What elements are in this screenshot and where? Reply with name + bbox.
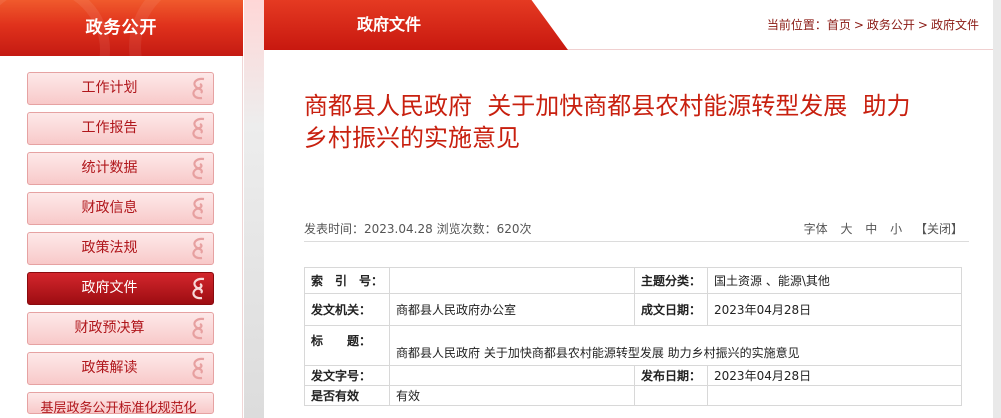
meta-row: 发表时间：2023.04.28 浏览次数：620次 字体 大 中 小 【关闭】 [304,212,969,242]
issuer-label: 发文机关： [303,293,391,326]
sidebar-header: 政务公开 [0,0,243,56]
created-date-label: 成文日期： [634,293,709,326]
empty-cell [707,385,962,406]
table-row: 发文字号： 发布日期： 2023年04月28日 [303,365,962,386]
sidebar-item-label: 政策法规 [81,240,138,256]
category-value: 国土资源 、能源\其他 [707,267,962,294]
publish-time: 2023.04.28 [364,222,433,236]
sidebar-item-budget-final-accounts[interactable]: 财政预决算 [27,312,214,345]
breadcrumb: 当前位置：首页 > 政务公开 > 政府文件 [767,16,979,33]
table-row: 索 引 号： 主题分类： 国土资源 、能源\其他 [303,267,962,294]
category-label: 主题分类： [634,267,709,294]
sidebar-item-work-plan[interactable]: 工作计划 [27,72,214,105]
title-value: 商都县人民政府 关于加快商都县农村能源转型发展 助力乡村振兴的实施意见 [389,325,962,366]
main-tab-title: 政府文件 [356,15,421,34]
sidebar-item-label: 政府文件 [81,280,138,296]
table-row: 发文机关： 商都县人民政府办公室 成文日期： 2023年04月28日 [303,293,962,326]
breadcrumb-item-gov-docs[interactable]: 政府文件 [931,18,979,32]
issuer-value: 商都县人民政府办公室 [389,293,636,326]
doc-number-value [389,365,636,386]
published-date-value: 2023年04月28日 [707,365,962,386]
background-strip-right [993,0,1001,418]
cloud-scroll-icon [192,77,205,100]
sidebar-item-grassroots-standardization[interactable]: 基层政务公开标准化规范化 [27,392,214,414]
index-value [389,267,636,294]
publish-time-label: 发表时间： [304,222,365,236]
sidebar-item-statistics[interactable]: 统计数据 [27,152,214,185]
meta-info: 发表时间：2023.04.28 浏览次数：620次 [304,220,531,237]
sidebar-item-label: 财政预决算 [74,320,145,336]
font-controls: 字体 大 中 小 【关闭】 [795,220,963,237]
sidebar-item-gov-documents[interactable]: 政府文件 [27,272,214,305]
sidebar-title: 政务公开 [85,18,158,38]
document-title: 商都县人民政府 关于加快商都县农村能源转型发展 助力 乡村振兴的实施意见 [304,90,969,154]
breadcrumb-prefix: 当前位置： [766,18,827,32]
sidebar-item-label: 工作计划 [81,80,138,96]
background-strip [244,0,264,418]
font-small-button[interactable]: 小 [890,222,902,236]
breadcrumb-separator: > [917,18,928,32]
sidebar-item-policy-interpretation[interactable]: 政策解读 [27,352,214,385]
sidebar-item-work-report[interactable]: 工作报告 [27,112,214,145]
views-label: 浏览次数： [436,222,497,236]
sidebar-item-label: 工作报告 [81,120,138,136]
document-title-line2: 乡村振兴的实施意见 [304,124,520,152]
table-row: 是否有效 有效 [303,385,962,406]
created-date-value: 2023年04月28日 [707,293,962,326]
font-large-button[interactable]: 大 [840,222,852,236]
sidebar-item-label: 基层政务公开标准化规范化 [40,401,197,414]
cloud-scroll-icon [192,157,205,180]
valid-label: 是否有效 [303,385,391,406]
breadcrumb-item-home[interactable]: 首页 [827,18,851,32]
cloud-scroll-icon [192,237,205,260]
sidebar-item-label: 政策解读 [81,360,138,376]
font-medium-button[interactable]: 中 [865,222,877,236]
close-button[interactable]: 【关闭】 [915,222,963,236]
table-row: 标 题： 商都县人民政府 关于加快商都县农村能源转型发展 助力乡村振兴的实施意见 [303,325,962,366]
sidebar-item-policy-regulations[interactable]: 政策法规 [27,232,214,265]
document-title-line1: 商都县人民政府 关于加快商都县农村能源转型发展 助力 [304,92,911,120]
doc-number-label: 发文字号： [303,365,391,386]
sidebar-item-finance-info[interactable]: 财政信息 [27,192,214,225]
sidebar-item-label: 统计数据 [81,160,138,176]
empty-cell [634,385,709,406]
breadcrumb-item-open-gov[interactable]: 政务公开 [867,18,915,32]
sidebar: 政务公开 工作计划工作报告统计数据财政信息政策法规政府文件财政预决算政策解读基层… [0,0,243,418]
breadcrumb-separator: > [853,18,864,32]
cloud-scroll-icon [192,117,205,140]
valid-value: 有效 [389,385,636,406]
font-label: 字体 [803,222,828,236]
document-info-table: 索 引 号： 主题分类： 国土资源 、能源\其他 发文机关： 商都县人民政府办公… [303,267,962,406]
main-header: 政府文件 当前位置：首页 > 政务公开 > 政府文件 [264,0,993,50]
title-label: 标 题： [303,325,391,366]
cloud-scroll-icon [192,277,205,300]
published-date-label: 发布日期： [634,365,709,386]
index-label: 索 引 号： [303,267,391,294]
views-count: 620次 [496,222,532,236]
cloud-scroll-icon [192,357,205,380]
cloud-scroll-icon [192,317,205,340]
sidebar-item-label: 财政信息 [81,200,138,216]
main-panel: 政府文件 当前位置：首页 > 政务公开 > 政府文件 商都县人民政府 关于加快商都县农村… [264,0,993,418]
sidebar-menu: 工作计划工作报告统计数据财政信息政策法规政府文件财政预决算政策解读基层政务公开标… [27,72,214,414]
cloud-scroll-icon [192,197,205,220]
